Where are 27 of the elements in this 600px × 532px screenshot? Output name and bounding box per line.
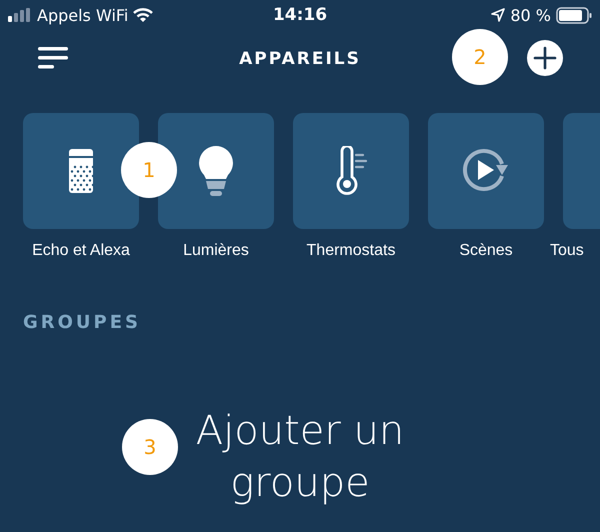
signal-icon bbox=[8, 8, 32, 22]
screen-title: APPAREILS bbox=[239, 49, 361, 69]
category-label: Tous bbox=[550, 242, 584, 260]
add-group-link[interactable]: Ajouter un groupe bbox=[192, 405, 408, 509]
replay-icon bbox=[462, 148, 510, 194]
clock-time: 14:16 bbox=[272, 5, 328, 25]
add-icon[interactable] bbox=[526, 39, 564, 77]
light-bulb-icon bbox=[198, 145, 234, 197]
wifi-icon bbox=[133, 8, 154, 22]
battery-percent: 80 % bbox=[510, 6, 551, 24]
category-label: Echo et Alexa bbox=[32, 242, 130, 260]
category-tile[interactable] bbox=[428, 113, 544, 229]
battery-icon bbox=[556, 6, 592, 24]
category-tile[interactable] bbox=[158, 113, 274, 229]
category-label: Thermostats bbox=[306, 242, 396, 260]
category-label: Lumières bbox=[183, 242, 249, 260]
category-label: Scènes bbox=[459, 242, 513, 260]
category-tile[interactable] bbox=[23, 113, 139, 229]
thermometer-icon bbox=[334, 146, 368, 196]
menu-icon[interactable] bbox=[37, 46, 69, 70]
callout-badge: 3 bbox=[122, 419, 178, 475]
carrier-name: Appels WiFi bbox=[37, 6, 128, 24]
location-arrow-icon bbox=[491, 8, 506, 22]
callout-badge: 2 bbox=[452, 29, 508, 85]
section-heading: GROUPES bbox=[23, 312, 142, 333]
speaker-icon bbox=[68, 148, 94, 194]
category-tile[interactable] bbox=[293, 113, 409, 229]
